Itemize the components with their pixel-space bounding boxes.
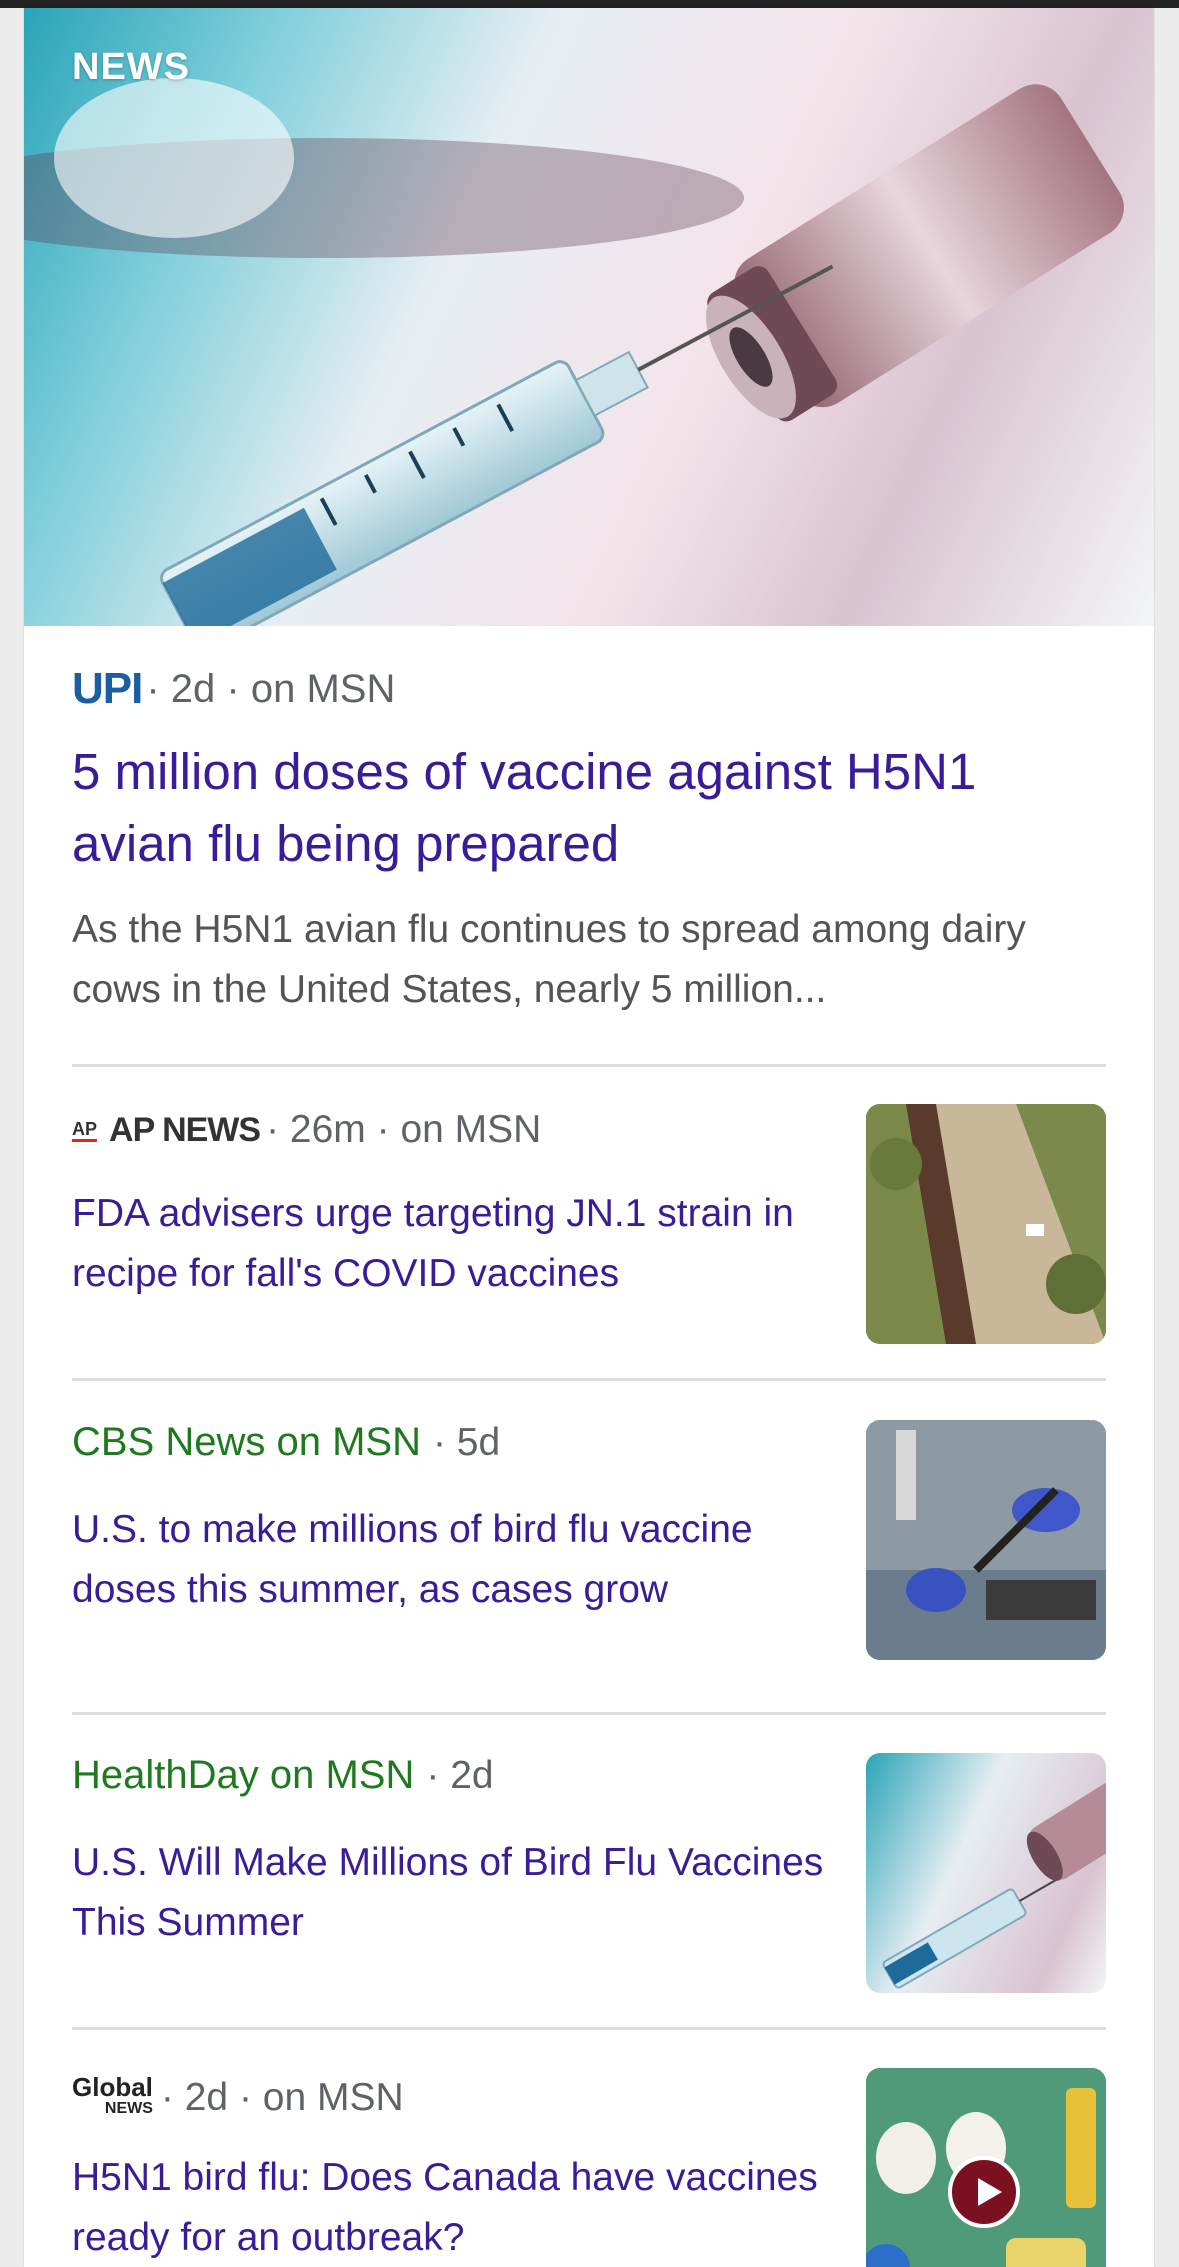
article-2-thumbnail[interactable] <box>866 1420 1106 1660</box>
ap-news-logo: AP AP NEWS <box>72 1110 261 1149</box>
divider <box>72 1378 1106 1381</box>
article-1-meta: · 26m · on MSN <box>266 1108 542 1151</box>
vaccine-syringe-image <box>882 1779 1106 1989</box>
cbs-source-name: CBS News on MSN <box>72 1420 421 1464</box>
lab-pipette-image <box>866 1420 1106 1660</box>
article-3-thumbnail[interactable] <box>866 1753 1106 1993</box>
main-article-source[interactable]: UPI · 2d · on MSN <box>72 664 395 714</box>
article-1-source[interactable]: AP AP NEWS · 26m · on MSN <box>72 1108 541 1152</box>
divider <box>72 1712 1106 1715</box>
article-4-thumbnail[interactable] <box>866 2068 1106 2267</box>
hero-image[interactable]: NEWS <box>24 8 1154 626</box>
upi-logo: UPI <box>72 664 143 713</box>
article-3-meta: · 2d <box>426 1753 494 1797</box>
article-2-title[interactable]: U.S. to make millions of bird flu vaccin… <box>72 1500 832 1620</box>
article-1-thumbnail[interactable] <box>866 1104 1106 1344</box>
main-article-title[interactable]: 5 million doses of vaccine against H5N1 … <box>72 736 1102 880</box>
global-news-logo: Global NEWS <box>72 2072 153 2117</box>
main-article-snippet: As the H5N1 avian flu continues to sprea… <box>72 908 1026 1011</box>
status-bar <box>0 0 1179 8</box>
news-card: NEWS UPI · 2d · on MSN 5 million doses o… <box>24 8 1154 2267</box>
news-section-label: NEWS <box>72 46 190 88</box>
article-3-title[interactable]: U.S. Will Make Millions of Bird Flu Vacc… <box>72 1833 832 1953</box>
article-4-meta: · 2d · on MSN <box>160 2076 404 2119</box>
video-play-icon[interactable] <box>948 2156 1020 2228</box>
article-2-source[interactable]: CBS News on MSN · 5d <box>72 1420 500 1465</box>
article-4-source[interactable]: Global NEWS · 2d · on MSN <box>72 2072 404 2120</box>
border-wall-image <box>866 1104 1106 1344</box>
vaccine-syringe-image <box>24 78 1124 626</box>
divider <box>72 2027 1106 2030</box>
article-1-title[interactable]: FDA advisers urge targeting JN.1 strain … <box>72 1184 832 1304</box>
article-2-meta: · 5d <box>432 1420 501 1464</box>
main-article-meta: · 2d · on MSN <box>146 666 396 711</box>
article-3-source[interactable]: HealthDay on MSN · 2d <box>72 1753 494 1798</box>
divider <box>72 1064 1106 1067</box>
article-4-title[interactable]: H5N1 bird flu: Does Canada have vaccines… <box>72 2148 832 2267</box>
healthday-source-name: HealthDay on MSN <box>72 1753 415 1797</box>
